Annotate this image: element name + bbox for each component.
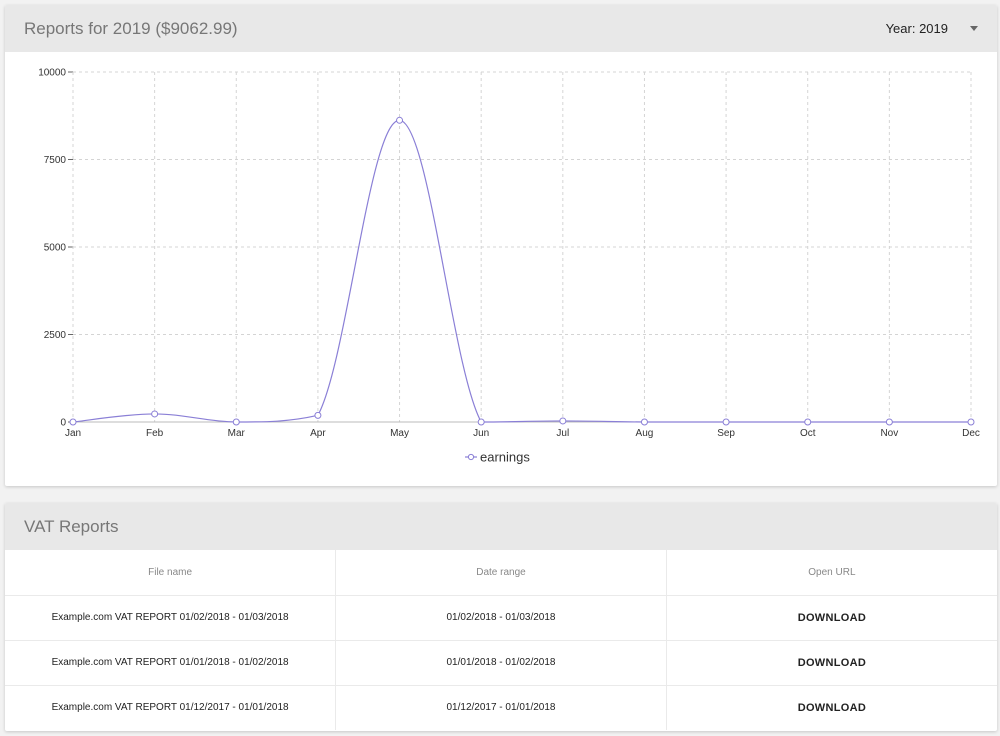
data-point bbox=[396, 116, 404, 124]
y-tick-label: 2500 bbox=[44, 330, 67, 341]
x-tick-label: Dec bbox=[962, 428, 980, 439]
open-url-cell: DOWNLOAD bbox=[665, 595, 997, 641]
chart-svg: 0 2500 5000 7500 10000 Jan Feb Mar Apr May Jun Jul A… bbox=[38, 68, 980, 465]
data-point bbox=[69, 418, 77, 426]
reports-title: Reports for 2019 ($9062.99) bbox=[24, 18, 238, 38]
y-tick-label: 5000 bbox=[44, 243, 67, 254]
x-tick-label: Jun bbox=[473, 428, 489, 439]
table-row: Example.com VAT REPORT 01/02/2018 - 01/0… bbox=[5, 595, 997, 641]
data-point bbox=[722, 418, 730, 426]
vat-table: File name Date range Open URL Example.co… bbox=[5, 550, 997, 730]
column-header-open-url: Open URL bbox=[665, 550, 997, 596]
data-point bbox=[559, 417, 567, 425]
x-tick-label: Sep bbox=[717, 428, 735, 439]
vat-header: VAT Reports bbox=[5, 503, 997, 550]
column-header-file-name: File name bbox=[5, 550, 336, 596]
download-button[interactable]: DOWNLOAD bbox=[798, 612, 866, 624]
year-select[interactable]: Year: 2019 bbox=[886, 21, 978, 36]
download-button[interactable]: DOWNLOAD bbox=[798, 657, 866, 669]
y-tick-label: 0 bbox=[60, 418, 66, 429]
date-range-cell: 01/02/2018 - 01/03/2018 bbox=[335, 595, 667, 641]
data-point bbox=[314, 411, 322, 419]
x-tick-label: Apr bbox=[310, 428, 326, 439]
date-range-cell: 01/12/2017 - 01/01/2018 bbox=[335, 685, 667, 730]
vat-reports-card: VAT Reports File name Date range Open UR… bbox=[5, 503, 997, 731]
x-tick-label: Nov bbox=[880, 428, 898, 439]
x-tick-label: Aug bbox=[636, 428, 654, 439]
data-point bbox=[640, 418, 648, 426]
file-name-cell: Example.com VAT REPORT 01/12/2017 - 01/0… bbox=[51, 702, 289, 714]
table-row: Example.com VAT REPORT 01/12/2017 - 01/0… bbox=[5, 685, 997, 730]
y-tick-label: 7500 bbox=[44, 155, 67, 166]
open-url-cell: DOWNLOAD bbox=[665, 685, 997, 730]
data-point bbox=[232, 418, 240, 426]
year-select-label: Year: 2019 bbox=[885, 21, 948, 36]
x-tick-label: Mar bbox=[228, 428, 246, 439]
legend-label: earnings bbox=[480, 450, 530, 465]
dropdown-caret-icon bbox=[970, 26, 978, 31]
data-point bbox=[804, 418, 812, 426]
x-tick-label: Oct bbox=[800, 428, 816, 439]
table-row: Example.com VAT REPORT 01/01/2018 - 01/0… bbox=[5, 640, 997, 686]
x-tick-label: Jul bbox=[556, 428, 569, 439]
earnings-chart: 0 2500 5000 7500 10000 Jan Feb Mar Apr May Jun Jul A… bbox=[5, 52, 997, 486]
table-header-row: File name Date range Open URL bbox=[5, 550, 997, 596]
data-point bbox=[885, 418, 893, 426]
download-button[interactable]: DOWNLOAD bbox=[798, 702, 866, 714]
legend-marker-icon bbox=[467, 453, 475, 461]
data-point bbox=[151, 410, 159, 418]
series-line-earnings bbox=[72, 119, 971, 423]
vat-title: VAT Reports bbox=[24, 516, 119, 536]
data-point bbox=[967, 418, 975, 426]
reports-card: Reports for 2019 ($9062.99) Year: 2019 0… bbox=[5, 5, 997, 486]
x-tick-label: May bbox=[390, 428, 409, 439]
reports-header: Reports for 2019 ($9062.99) Year: 2019 bbox=[5, 5, 997, 52]
x-tick-label: Jan bbox=[65, 428, 81, 439]
date-range-cell: 01/01/2018 - 01/02/2018 bbox=[335, 640, 667, 686]
open-url-cell: DOWNLOAD bbox=[665, 640, 997, 686]
file-name-cell: Example.com VAT REPORT 01/02/2018 - 01/0… bbox=[5, 595, 336, 641]
y-tick-label: 10000 bbox=[38, 68, 66, 79]
data-point bbox=[477, 418, 485, 426]
column-header-date-range: Date range bbox=[335, 550, 667, 596]
file-name-cell: Example.com VAT REPORT 01/01/2018 - 01/0… bbox=[5, 640, 336, 686]
x-tick-label: Feb bbox=[146, 428, 164, 439]
